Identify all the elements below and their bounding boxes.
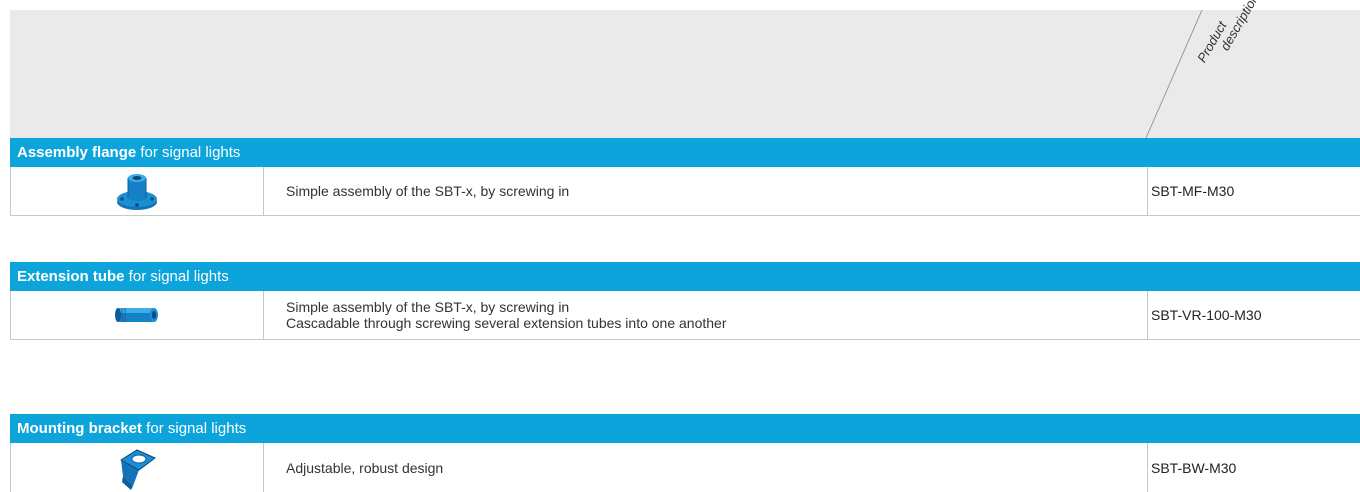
group-title: Mounting bracket for signal lights	[10, 414, 1360, 443]
product-row: Simple assembly of the SBT-x, by screwin…	[10, 167, 1360, 216]
group-title: Extension tube for signal lights	[10, 262, 1360, 291]
group-title-rest: for signal lights	[136, 144, 241, 161]
description-line: Adjustable, robust design	[286, 459, 444, 476]
extension-tube-icon	[115, 308, 158, 322]
description-line: Simple assembly of the SBT-x, by screwin…	[286, 299, 570, 315]
description-line: Cascadable through screwing several exte…	[286, 315, 727, 331]
product-image-cell	[11, 291, 264, 339]
description-line: Simple assembly of the SBT-x, by screwin…	[286, 183, 570, 199]
product-image-cell	[11, 443, 264, 492]
table-header: Product description	[10, 0, 1360, 138]
product-group-mounting-bracket: Mounting bracket for signal lights Adjus…	[10, 414, 1360, 492]
group-title: Assembly flange for signal lights	[10, 138, 1360, 167]
product-description: Simple assembly of the SBT-x, by screwin…	[286, 167, 569, 215]
header-diagonal-line	[1145, 10, 1203, 138]
group-title-rest: for signal lights	[124, 268, 229, 285]
product-code: SBT-MF-M30	[1147, 167, 1360, 215]
product-description: Adjustable, robust design	[286, 443, 443, 492]
product-group-assembly-flange: Assembly flange for signal lights Simple…	[10, 138, 1360, 216]
product-code: SBT-VR-100-M30	[1147, 291, 1360, 339]
product-image-cell	[11, 167, 264, 215]
group-title-bold: Assembly flange	[17, 144, 137, 161]
product-description: Simple assembly of the SBT-x, by screwin…	[286, 291, 727, 339]
product-group-extension-tube: Extension tube for signal lights Simple …	[10, 262, 1360, 340]
group-title-bold: Extension tube	[17, 268, 125, 285]
group-title-rest: for signal lights	[142, 420, 247, 437]
assembly-flange-icon	[117, 174, 157, 210]
group-title-bold: Mounting bracket	[17, 420, 143, 437]
mounting-bracket-icon	[120, 448, 156, 490]
product-row: Adjustable, robust design SBT-BW-M30	[10, 443, 1360, 492]
product-row: Simple assembly of the SBT-x, by screwin…	[10, 291, 1360, 340]
product-code: SBT-BW-M30	[1147, 443, 1360, 492]
